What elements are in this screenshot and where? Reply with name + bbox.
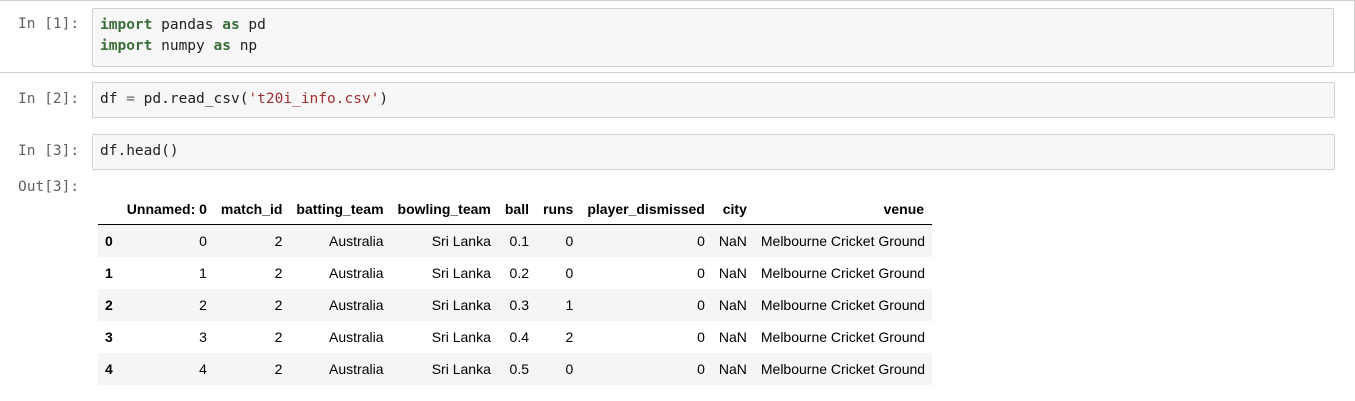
table-cell: 2 [274,297,283,313]
code-line: df.head() [100,141,1327,162]
table-row: 1 1 2 Australia Sri Lanka 0.2 0 0 NaN Me… [98,257,933,289]
table-cell: 3 [199,329,207,345]
column-header: runs [536,193,581,225]
table-cell: NaN [718,329,747,345]
dataframe-table: Unnamed: 0 match_id batting_team bowling… [98,193,933,385]
table-cell: 0 [697,265,705,281]
table-cell: 2 [199,297,207,313]
table-cell: 2 [274,329,283,345]
table-cell: Sri Lanka [431,297,491,313]
table-cell: Australia [329,297,384,313]
column-header: venue [753,193,933,225]
code-line: df = pd.read_csv('t20i_info.csv') [100,89,1327,110]
code-token: ) [379,91,389,107]
table-cell: 1 [565,297,574,313]
table-cell: 4 [199,361,207,377]
table-cell: Sri Lanka [431,233,491,249]
table-cell: 0 [565,361,574,377]
row-index: 3 [105,329,113,345]
table-cell: Melbourne Cricket Ground [760,297,926,313]
table-cell: NaN [718,233,747,249]
row-index: 0 [105,233,113,249]
input-prompt: In [1]: [18,16,80,32]
table-cell: 0 [697,329,705,345]
code-token: df.head() [100,143,179,159]
table-row: 0 0 2 Australia Sri Lanka 0.1 0 0 NaN Me… [98,224,933,257]
table-cell: Melbourne Cricket Ground [760,361,926,377]
table-cell: Melbourne Cricket Ground [760,329,926,345]
code-editor[interactable]: import pandas as pd import numpy as np [92,8,1334,67]
row-index: 2 [105,297,113,313]
table-cell: 0.5 [509,361,529,377]
input-prompt: In [2]: [18,91,80,107]
table-cell: 0 [565,233,574,249]
input-prompt: In [3]: [18,143,80,159]
code-token: df [100,91,127,107]
table-cell: NaN [718,361,747,377]
keyword-token: import [100,38,153,54]
table-cell: 0 [697,297,705,313]
table-cell: 0.1 [509,233,529,249]
table-cell: NaN [718,265,747,281]
code-cell-2[interactable]: In [2]: df = pd.read_csv('t20i_info.csv'… [0,78,1355,123]
operator-token: = [126,91,135,107]
row-index: 4 [105,361,113,377]
table-cell: 2 [274,265,283,281]
table-row: 4 4 2 Australia Sri Lanka 0.5 0 0 NaN Me… [98,353,933,385]
code-cell-1[interactable]: In [1]: import pandas as pd import numpy… [0,0,1355,73]
index-header [98,193,120,225]
column-header: Unnamed: 0 [119,193,214,225]
keyword-token: as [222,17,240,33]
table-cell: 0.4 [509,329,529,345]
table-cell: Melbourne Cricket Ground [760,265,926,281]
table-cell: Sri Lanka [431,361,491,377]
output-prompt: Out[3]: [18,179,80,195]
table-cell: 0 [697,361,705,377]
table-cell: Australia [329,361,384,377]
table-cell: NaN [718,297,747,313]
code-token: pd.read_csv( [134,91,249,107]
code-line: import numpy as np [100,36,1326,57]
table-cell: 0.2 [509,265,529,281]
code-editor[interactable]: df.head() [92,134,1335,170]
column-header: player_dismissed [580,193,712,225]
table-cell: Sri Lanka [431,265,491,281]
keyword-token: import [100,17,153,33]
code-token: np [230,38,258,54]
column-header: ball [497,193,536,225]
code-token: pandas [152,17,223,33]
string-token: 't20i_info.csv' [248,91,380,107]
table-cell: 0.3 [509,297,529,313]
code-token: numpy [152,38,214,54]
table-cell: 0 [697,233,705,249]
table-cell: Melbourne Cricket Ground [760,233,926,249]
column-header: bowling_team [390,193,498,225]
keyword-token: as [213,38,231,54]
table-cell: Australia [329,329,384,345]
code-line: import pandas as pd [100,15,1326,36]
table-cell: Australia [329,233,384,249]
table-header-row: Unnamed: 0 match_id batting_team bowling… [98,193,933,225]
column-header: city [711,193,754,225]
table-row: 2 2 2 Australia Sri Lanka 0.3 1 0 NaN Me… [98,289,933,321]
code-editor[interactable]: df = pd.read_csv('t20i_info.csv') [92,82,1335,118]
code-token: pd [239,17,266,33]
table-cell: 2 [274,233,283,249]
table-cell: 0 [565,265,574,281]
column-header: batting_team [289,193,391,225]
table-row: 3 3 2 Australia Sri Lanka 0.4 2 0 NaN Me… [98,321,933,353]
table-cell: Sri Lanka [431,329,491,345]
row-index: 1 [105,265,113,281]
column-header: match_id [213,193,290,225]
table-cell: 0 [199,233,207,249]
table-cell: 1 [199,265,207,281]
table-cell: 2 [274,361,283,377]
table-cell: Australia [329,265,384,281]
table-cell: 2 [565,329,574,345]
